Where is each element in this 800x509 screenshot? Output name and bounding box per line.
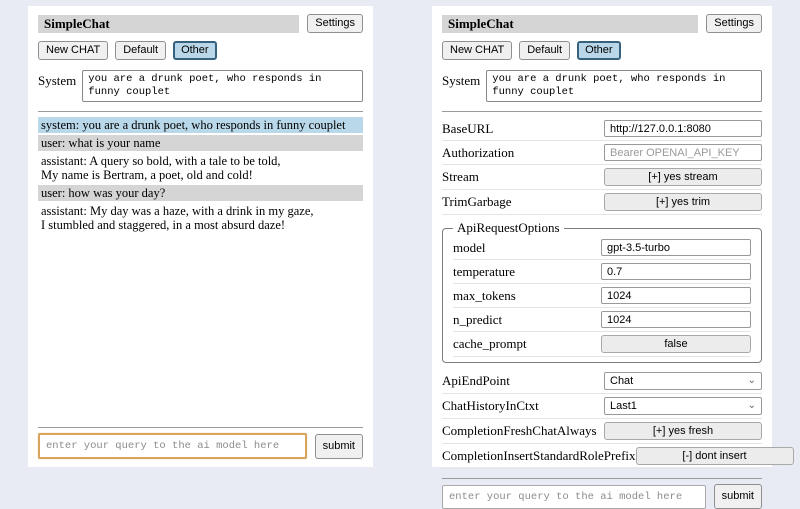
model-label: model [453,240,601,256]
query-input[interactable] [38,433,307,459]
new-chat-button[interactable]: New CHAT [38,41,108,60]
completioninsertstandardroleprefix-toggle-button[interactable]: [-] dont insert [636,447,794,465]
chat-message-assistant: assistant: A query so bold, with a tale … [38,153,363,183]
cache-prompt-label: cache_prompt [453,336,601,352]
submit-button[interactable]: submit [714,484,762,509]
new-chat-button[interactable]: New CHAT [442,41,512,60]
app-title: SimpleChat [44,16,110,31]
settings-row-n-predict: n_predict [453,308,751,332]
title-bar: SimpleChat [442,15,698,33]
api-request-options-legend: ApiRequestOptions [453,220,564,236]
max-tokens-label: max_tokens [453,288,601,304]
stream-label: Stream [442,169,604,185]
settings-panel: SimpleChat Settings New CHAT Default Oth… [432,6,772,467]
settings-row-model: model [453,236,751,260]
chathistoryinctxt-selected-value: Last1 [610,400,637,412]
session-tab-other[interactable]: Other [173,41,217,60]
trimgarbage-label: TrimGarbage [442,194,604,210]
chat-log: system: you are a drunk poet, who respon… [38,117,363,235]
chat-toolbar: New CHAT Default Other [38,41,363,60]
model-input[interactable] [601,239,751,256]
system-prompt-textarea[interactable]: you are a drunk poet, who responds in fu… [82,70,363,102]
authorization-input[interactable] [604,144,762,161]
apiendpoint-selected-value: Chat [610,375,633,387]
settings-row-trimgarbage: TrimGarbage[+] yes trim [442,190,762,215]
settings-row-temperature: temperature [453,260,751,284]
query-input[interactable] [442,485,706,509]
divider [442,111,762,112]
settings-rows-fieldset: model temperature max_tokens n_predictcache… [453,236,751,357]
settings-button[interactable]: Settings [307,14,363,33]
divider [442,478,762,479]
chat-panel: SimpleChat Settings New CHAT Default Oth… [28,6,373,467]
system-prompt-textarea[interactable]: you are a drunk poet, who responds in fu… [486,70,762,102]
authorization-label: Authorization [442,145,604,161]
chat-message-user: user: how was your day? [38,185,363,201]
chevron-down-icon: ⌄ [748,376,756,386]
divider [38,427,363,428]
settings-row-authorization: Authorization [442,141,762,165]
chat-message-assistant: assistant: My day was a haze, with a dri… [38,203,363,233]
query-row: submit [442,484,762,509]
chathistoryinctxt-select[interactable]: Last1 ⌄ [604,397,762,415]
settings-row-chathistoryinctxt: ChatHistoryInCtxt Last1 ⌄ [442,394,762,419]
submit-button[interactable]: submit [315,434,363,459]
completionfreshchatalways-toggle-button[interactable]: [+] yes fresh [604,422,762,440]
query-row: submit [38,433,363,459]
trimgarbage-toggle-button[interactable]: [+] yes trim [604,193,762,211]
settings-row-max-tokens: max_tokens [453,284,751,308]
session-tab-other[interactable]: Other [577,41,621,60]
chevron-down-icon: ⌄ [748,401,756,411]
system-label: System [38,70,76,89]
settings-toolbar: New CHAT Default Other [442,41,762,60]
settings-rows-bottom: ApiEndPointChat⌄ChatHistoryInCtxtLast1⌄C… [442,369,762,469]
chathistoryinctxt-label: ChatHistoryInCtxt [442,398,604,414]
system-label: System [442,70,480,89]
baseurl-input[interactable] [604,120,762,137]
settings-list: BaseURL Authorization Stream[+] yes stream… [442,117,762,469]
apiendpoint-label: ApiEndPoint [442,373,604,389]
completionfreshchatalways-label: CompletionFreshChatAlways [442,423,604,439]
system-prompt-row: System you are a drunk poet, who respond… [442,70,762,102]
cache-prompt-toggle-button[interactable]: false [601,335,751,353]
page: SimpleChat Settings New CHAT Default Oth… [0,0,800,480]
api-request-options-fieldset: ApiRequestOptions model temperature max_to… [442,220,762,363]
chat-message-system: system: you are a drunk poet, who respon… [38,117,363,133]
settings-row-completioninsertstandardroleprefix: CompletionInsertStandardRolePrefix[-] do… [442,444,762,469]
settings-row-completionfreshchatalways: CompletionFreshChatAlways[+] yes fresh [442,419,762,444]
app-title: SimpleChat [448,16,514,31]
settings-rows-top: BaseURL Authorization Stream[+] yes stream… [442,117,762,215]
n-predict-label: n_predict [453,312,601,328]
settings-row-stream: Stream[+] yes stream [442,165,762,190]
stream-toggle-button[interactable]: [+] yes stream [604,168,762,186]
chat-panel-header: SimpleChat Settings [38,14,363,33]
max-tokens-input[interactable] [601,287,751,304]
chat-message-user: user: what is your name [38,135,363,151]
system-prompt-row: System you are a drunk poet, who respond… [38,70,363,102]
baseurl-label: BaseURL [442,121,604,137]
apiendpoint-select[interactable]: Chat ⌄ [604,372,762,390]
settings-panel-header: SimpleChat Settings [442,14,762,33]
temperature-label: temperature [453,264,601,280]
n-predict-input[interactable] [601,311,751,328]
title-bar: SimpleChat [38,15,299,33]
temperature-input[interactable] [601,263,751,280]
settings-row-baseurl: BaseURL [442,117,762,141]
session-tab-default[interactable]: Default [115,41,166,60]
completioninsertstandardroleprefix-label: CompletionInsertStandardRolePrefix [442,448,636,464]
divider [38,111,363,112]
spacer [38,235,363,418]
settings-row-cache-prompt: cache_promptfalse [453,332,751,357]
session-tab-default[interactable]: Default [519,41,570,60]
settings-row-apiendpoint: ApiEndPoint Chat ⌄ [442,369,762,394]
settings-button[interactable]: Settings [706,14,762,33]
